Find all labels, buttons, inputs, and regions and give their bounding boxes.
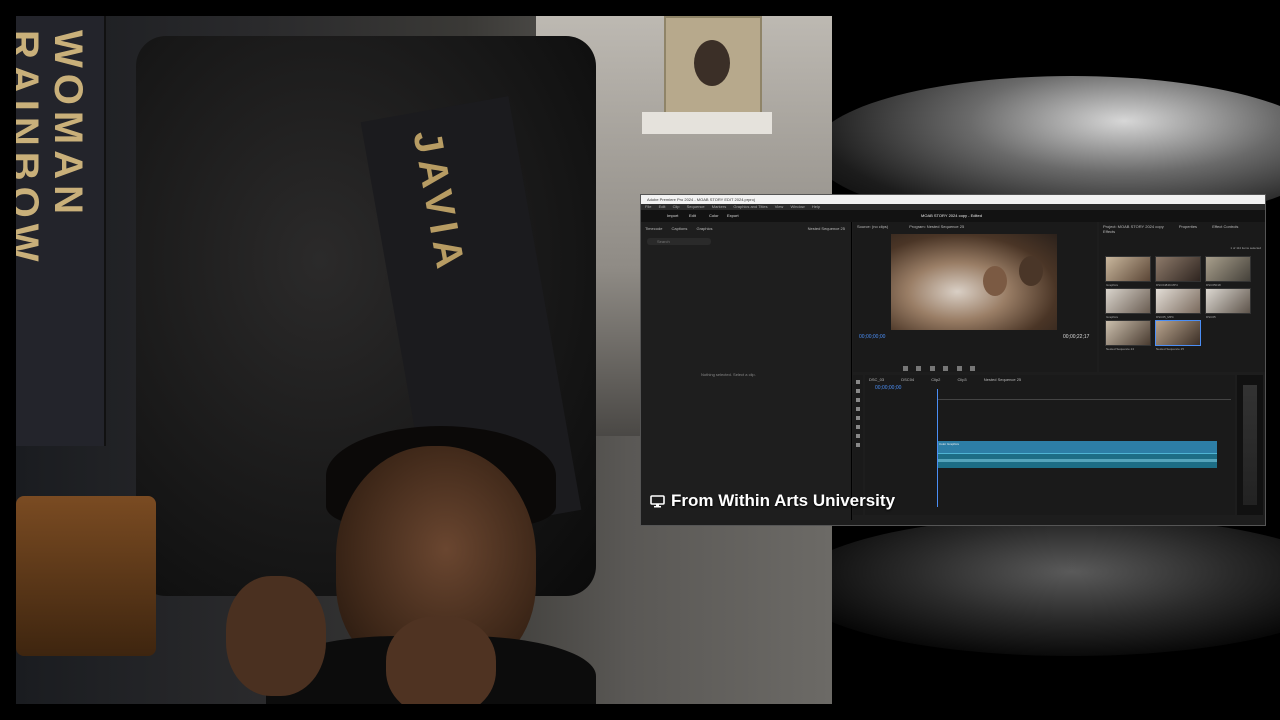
tab-program[interactable]: Program: Nested Sequence 25 xyxy=(909,224,964,229)
workspace-bar: Import Edit Color Export MOAB STORY 2024… xyxy=(641,210,1265,222)
menu-window[interactable]: Window xyxy=(790,204,804,209)
thumbnail-label: DSC05018 xyxy=(1206,283,1221,287)
tab-graphics[interactable]: Graphics xyxy=(696,226,712,231)
menu-clip[interactable]: Clip xyxy=(673,204,680,209)
timeline-tab[interactable]: Nested Sequence 25 xyxy=(984,377,1021,382)
timeline-tab[interactable]: Clip2 xyxy=(931,377,940,382)
playhead[interactable] xyxy=(937,389,938,507)
project-title: MOAB STORY 2024 copy - Edited xyxy=(921,213,982,218)
menu-help[interactable]: Help xyxy=(812,204,820,209)
razor-icon[interactable] xyxy=(856,407,860,411)
tab-properties[interactable]: Properties xyxy=(1179,224,1197,229)
menu-sequence[interactable]: Sequence xyxy=(687,204,705,209)
timeline-tabs: DSC_03 DSC04 Clip2 Clip3 Nested Sequence… xyxy=(869,377,1037,382)
video-clip[interactable]: Color Graphics xyxy=(937,441,1217,453)
timeline-timecode: 00;00;00;00 xyxy=(875,385,902,391)
overwrite-icon[interactable] xyxy=(956,366,962,371)
ripple-edit-icon[interactable] xyxy=(856,398,860,402)
graphics-search-input[interactable]: Search xyxy=(647,238,711,245)
program-monitor: Source: (no clips) Program: Nested Seque… xyxy=(853,222,1097,372)
project-tabs: Project: MOAB STORY 2024 copy Properties… xyxy=(1103,224,1265,234)
thumbnail[interactable]: Graphics xyxy=(1105,288,1151,319)
thumbnail-label: Graphics xyxy=(1106,283,1119,287)
thumbnail-label: Nested Sequence 25 xyxy=(1156,347,1185,351)
thumbnail[interactable]: DSC04849.MP4 xyxy=(1155,256,1201,287)
graphics-panel: Timecode Captions Graphics Nested Sequen… xyxy=(641,222,852,520)
screen-share-icon xyxy=(650,494,665,507)
tab-effects[interactable]: Effects xyxy=(1103,229,1115,234)
thumbnail[interactable]: Graphics xyxy=(1105,256,1151,287)
caption-text: From Within Arts University xyxy=(671,491,896,510)
menu-file[interactable]: File xyxy=(645,204,651,209)
transport-controls xyxy=(903,358,1053,371)
graphics-sequence-label: Nested Sequence 25 xyxy=(807,226,845,231)
track-select-icon[interactable] xyxy=(856,389,860,393)
insert-icon[interactable] xyxy=(943,366,949,371)
menu-edit[interactable]: Edit xyxy=(659,204,666,209)
left-banner-text: WOMAN RAINBOW xyxy=(16,30,90,268)
pen-icon[interactable] xyxy=(856,425,860,429)
thumbnail-label: DSC05 xyxy=(1206,315,1216,319)
workspace-import[interactable]: Import xyxy=(667,210,678,222)
step-back-icon[interactable] xyxy=(903,366,908,371)
graphics-tabs: Timecode Captions Graphics xyxy=(645,226,720,231)
thumbnail[interactable]: DSC05018 xyxy=(1205,256,1251,287)
slip-icon[interactable] xyxy=(856,416,860,420)
tab-captions[interactable]: Captions xyxy=(672,226,688,231)
hand-icon[interactable] xyxy=(856,434,860,438)
thumbnail-label: DSC04849.MP4 xyxy=(1156,283,1178,287)
timecode-current: 00;00;00;00 xyxy=(859,334,886,340)
thumbnail-label: Nested Sequence 24 xyxy=(1106,347,1135,351)
menu-markers[interactable]: Markers xyxy=(712,204,726,209)
record-cover xyxy=(664,16,762,120)
timeline-tab[interactable]: Clip3 xyxy=(958,377,967,382)
play-icon[interactable] xyxy=(916,366,922,371)
left-banner: WOMAN RAINBOW xyxy=(16,16,106,446)
thumbnail[interactable]: DSC05_MP4 xyxy=(1155,288,1201,319)
clip-label: Color Graphics xyxy=(939,442,960,446)
no-selection-text: Nothing selected. Select a clip. xyxy=(701,372,756,377)
timeline-tab[interactable]: DSC04 xyxy=(901,377,914,382)
audio-meter xyxy=(1237,375,1263,515)
time-ruler[interactable] xyxy=(937,393,1231,400)
step-forward-icon[interactable] xyxy=(929,366,935,371)
selection-tool-icon[interactable] xyxy=(856,380,860,384)
workspace-export[interactable]: Export xyxy=(727,210,739,222)
presenter xyxy=(226,426,596,704)
thumbnail[interactable]: Nested Sequence 25 xyxy=(1155,320,1201,351)
workspace-color[interactable]: Color xyxy=(709,210,719,222)
thumbnail[interactable]: Nested Sequence 24 xyxy=(1105,320,1151,351)
tab-timecode[interactable]: Timecode xyxy=(645,226,662,231)
workspace-edit[interactable]: Edit xyxy=(689,210,696,222)
project-panel: Project: MOAB STORY 2024 copy Properties… xyxy=(1099,222,1265,372)
thumbnail[interactable]: DSC05 xyxy=(1205,288,1251,319)
tab-effect-controls[interactable]: Effect Controls xyxy=(1212,224,1238,229)
thumbnail-label: DSC05_MP4 xyxy=(1156,315,1174,319)
tab-source[interactable]: Source: (no clips) xyxy=(857,224,888,229)
menu-view[interactable]: View xyxy=(775,204,784,209)
audio-clip[interactable] xyxy=(937,453,1217,468)
timeline-tab[interactable]: DSC_03 xyxy=(869,377,884,382)
menu-graphics[interactable]: Graphics and Titles xyxy=(733,204,767,209)
monitor-tabs: Source: (no clips) Program: Nested Seque… xyxy=(857,224,984,229)
timecode-duration: 00;00;22;17 xyxy=(1063,334,1090,340)
program-video-frame xyxy=(891,234,1057,330)
shared-screen: Adobe Premiere Pro 2024 - MOAB STORY EDI… xyxy=(640,194,1266,526)
wall-shelf xyxy=(642,112,772,134)
type-icon[interactable] xyxy=(856,443,860,447)
timeline-panel: DSC_03 DSC04 Clip2 Clip3 Nested Sequence… xyxy=(865,375,1235,515)
source-caption: From Within Arts University xyxy=(650,490,895,512)
thumbnail-label: Graphics xyxy=(1106,315,1119,319)
export-frame-icon[interactable] xyxy=(970,366,976,371)
window-titlebar: Adobe Premiere Pro 2024 - MOAB STORY EDI… xyxy=(641,195,1265,204)
right-banner-text: JAVIA xyxy=(404,127,474,278)
selection-count: 1 of 114 items selected xyxy=(1230,246,1261,250)
chair xyxy=(16,496,156,656)
